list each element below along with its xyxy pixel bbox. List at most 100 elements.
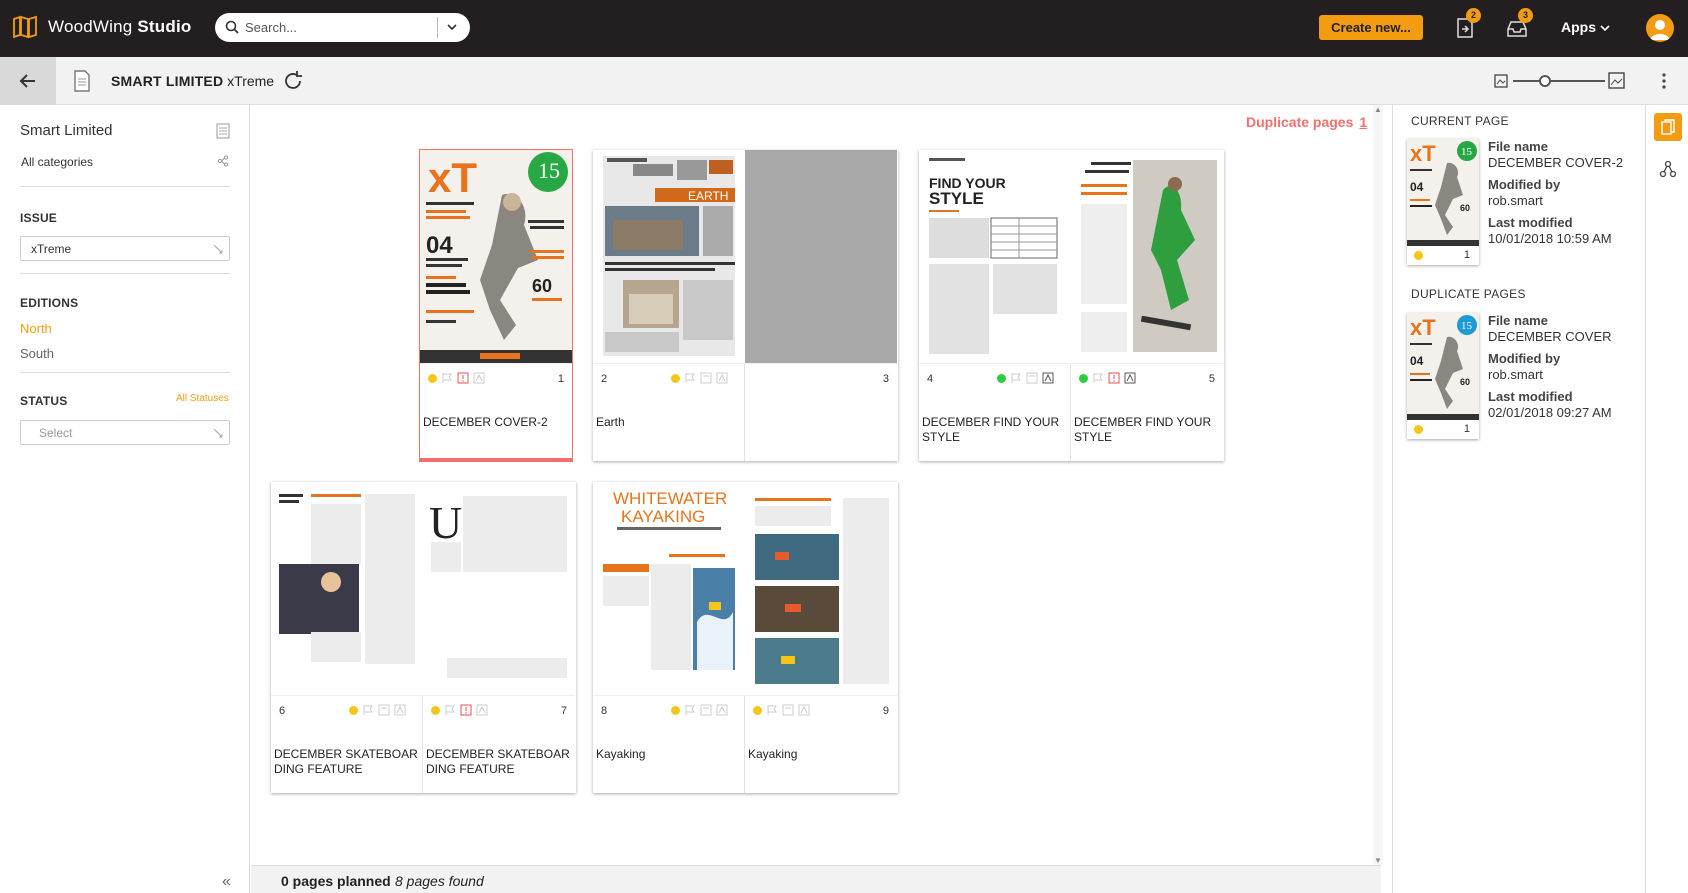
page-thumbnail: EARTH bbox=[593, 150, 745, 363]
pdf-icon bbox=[476, 704, 488, 716]
page-status-icons bbox=[431, 704, 492, 716]
arrow-left-icon bbox=[19, 74, 35, 88]
duplicate-pages-label: Duplicate pages bbox=[1246, 114, 1354, 130]
page-card[interactable]: WHITEWATER KAYAKING 8 Kayaking 9 Kayakin… bbox=[593, 482, 898, 793]
export-icon[interactable]: 2 bbox=[1451, 8, 1481, 42]
all-statuses-link[interactable]: All Statuses bbox=[176, 393, 229, 404]
scroll-down-icon[interactable]: ▼ bbox=[1374, 856, 1382, 865]
back-button[interactable] bbox=[0, 57, 56, 105]
page-name: DECEMBER SKATEBOARDING FEATURE bbox=[426, 747, 570, 776]
page-card[interactable]: EARTH 2 Earth 3 bbox=[593, 150, 898, 461]
zoom-out-icon[interactable] bbox=[1494, 74, 1508, 91]
page-card[interactable]: xT 15 04 60 1 DECEMBER COVER-2 bbox=[420, 150, 572, 461]
page-thumbnail-empty bbox=[745, 150, 897, 363]
modified-by-value: rob.smart bbox=[1488, 193, 1543, 208]
scrollbar[interactable]: ▲ ▼ bbox=[1373, 105, 1383, 865]
flag-icon bbox=[442, 373, 452, 383]
zoom-track[interactable] bbox=[1513, 80, 1605, 82]
page-8[interactable]: WHITEWATER KAYAKING 8 Kayaking bbox=[593, 482, 745, 793]
edition-north[interactable]: North bbox=[20, 321, 52, 336]
page-meta: 2 bbox=[593, 363, 745, 393]
zoom-in-icon[interactable] bbox=[1608, 72, 1625, 92]
current-page-heading: CURRENT PAGE bbox=[1411, 114, 1509, 128]
duplicate-warning-icon[interactable] bbox=[460, 704, 472, 716]
refresh-icon[interactable] bbox=[282, 70, 304, 95]
duplicate-pages-link[interactable]: Duplicate pages 1 bbox=[1246, 114, 1367, 130]
status-dot bbox=[997, 373, 1006, 383]
page-meta: 3 bbox=[745, 363, 897, 393]
selection-bar bbox=[420, 458, 572, 461]
current-page-info: File name DECEMBER COVER-2 Modified by r… bbox=[1488, 139, 1623, 253]
cover-60: 60 bbox=[1460, 203, 1470, 213]
collapse-panel-button[interactable]: « bbox=[222, 873, 231, 891]
page-thumbnail: xT 15 04 60 bbox=[420, 150, 572, 363]
brand-filter[interactable]: Smart Limited bbox=[20, 122, 113, 139]
zoom-slider[interactable] bbox=[1494, 72, 1625, 92]
note-icon bbox=[700, 372, 712, 384]
status-dot bbox=[431, 705, 440, 715]
page-5[interactable]: 5 DECEMBER FIND YOUR STYLE bbox=[1071, 150, 1223, 461]
status-bar: 0 pages planned 8 pages found bbox=[251, 865, 1381, 893]
page-number: 4 bbox=[927, 373, 934, 385]
cover-number: 04 bbox=[426, 232, 453, 259]
search-input[interactable] bbox=[245, 18, 425, 37]
brand-info-icon[interactable] bbox=[216, 123, 230, 142]
file-name-value: DECEMBER COVER bbox=[1488, 329, 1612, 344]
top-bar: WoodWing Studio Create new... 2 3 Apps bbox=[0, 0, 1688, 57]
inbox-icon[interactable]: 3 bbox=[1503, 8, 1533, 42]
pdf-icon bbox=[1124, 372, 1136, 384]
search-box[interactable] bbox=[215, 13, 470, 42]
page-status-icons bbox=[753, 704, 814, 716]
more-options-icon[interactable] bbox=[1661, 71, 1667, 94]
page-9[interactable]: 9 Kayaking bbox=[745, 482, 897, 793]
edit-icon bbox=[213, 427, 223, 441]
status-dot bbox=[753, 705, 762, 715]
pages-icon bbox=[1661, 119, 1675, 135]
status-select[interactable]: Select bbox=[20, 420, 230, 445]
kayak-title-2: KAYAKING bbox=[621, 507, 705, 526]
issue-select[interactable]: xTreme bbox=[20, 236, 230, 261]
page-info-tab[interactable] bbox=[1654, 113, 1682, 141]
page-2[interactable]: EARTH 2 Earth bbox=[593, 150, 745, 461]
edition-south[interactable]: South bbox=[20, 346, 54, 361]
duplicate-page-info: File name DECEMBER COVER Modified by rob… bbox=[1488, 313, 1612, 427]
create-new-button[interactable]: Create new... bbox=[1319, 15, 1423, 40]
avatar[interactable] bbox=[1646, 14, 1674, 42]
pages-planned: 0 pages planned bbox=[281, 873, 391, 889]
duplicate-page-thumbnail[interactable]: xT 15 04 60 1 bbox=[1407, 313, 1479, 439]
relations-icon[interactable] bbox=[1659, 160, 1677, 181]
duplicate-pages-heading: DUPLICATE PAGES bbox=[1411, 287, 1526, 301]
chevron-down-icon[interactable] bbox=[445, 20, 459, 37]
cover-60: 60 bbox=[1460, 377, 1470, 387]
page-1[interactable]: xT 15 04 60 1 DECEMBER COVER-2 bbox=[420, 150, 572, 461]
thumbnail-meta: 1 bbox=[1407, 420, 1479, 439]
page-6[interactable]: 6 DECEMBER SKATEBOARDING FEATURE bbox=[271, 482, 423, 793]
category-filter[interactable]: All categories bbox=[21, 155, 93, 169]
duplicate-warning-icon[interactable] bbox=[1108, 372, 1120, 384]
current-page-thumbnail[interactable]: xT 15 04 60 1 bbox=[1407, 139, 1479, 265]
page-meta: 1 bbox=[420, 363, 572, 393]
page-name: Earth bbox=[596, 415, 625, 429]
page-status-icons bbox=[671, 372, 732, 384]
brand[interactable]: WoodWing Studio bbox=[12, 15, 191, 39]
thumbnail-meta: 1 bbox=[1407, 246, 1479, 265]
page-status-icons bbox=[1079, 372, 1140, 384]
pdf-icon bbox=[394, 704, 406, 716]
category-tree-icon[interactable] bbox=[217, 155, 229, 170]
pdf-icon bbox=[798, 704, 810, 716]
duplicate-warning-icon[interactable] bbox=[457, 372, 469, 384]
page-7[interactable]: U 7 DECEMBER SKATEBOARDING FEATURE bbox=[423, 482, 575, 793]
page-number: 1 bbox=[1463, 249, 1470, 261]
apps-menu[interactable]: Apps bbox=[1561, 19, 1610, 35]
page-thumbnail bbox=[271, 482, 423, 695]
notification-badge: 3 bbox=[1518, 8, 1533, 23]
page-card[interactable]: 6 DECEMBER SKATEBOARDING FEATURE U 7 DEC… bbox=[271, 482, 576, 793]
page-3[interactable]: 3 bbox=[745, 150, 897, 461]
scroll-up-icon[interactable]: ▲ bbox=[1374, 105, 1382, 114]
page-thumbnail bbox=[1071, 150, 1223, 363]
zoom-handle[interactable] bbox=[1539, 75, 1551, 87]
page-card[interactable]: FIND YOUR STYLE 4 DECEMBER FIND YOUR STY… bbox=[919, 150, 1224, 461]
page-4[interactable]: FIND YOUR STYLE 4 DECEMBER FIND YOUR STY… bbox=[919, 150, 1071, 461]
page-meta: 9 bbox=[745, 695, 897, 725]
status-heading: STATUS bbox=[20, 394, 68, 408]
